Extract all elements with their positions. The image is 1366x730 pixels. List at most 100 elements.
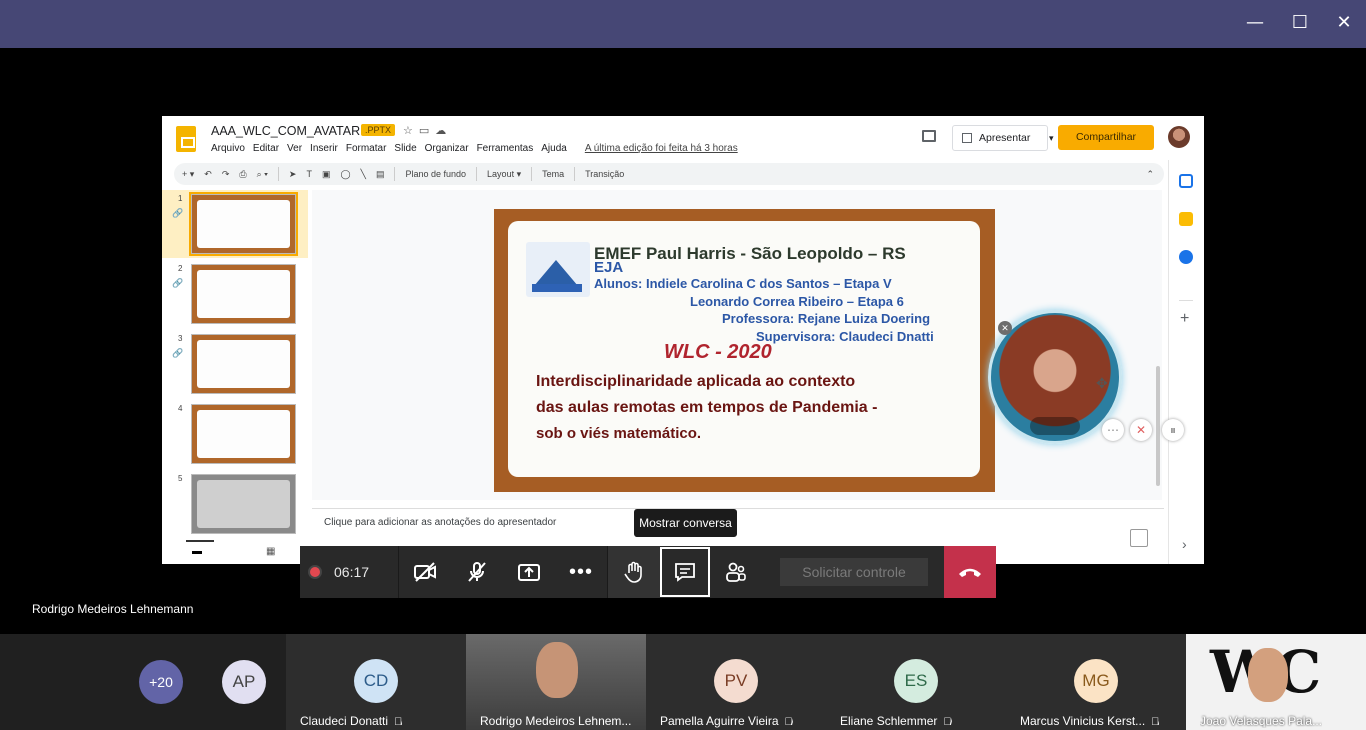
- link-icon: 🔗: [172, 348, 184, 358]
- slide-thumbnail-4[interactable]: [191, 404, 296, 464]
- share-button[interactable]: Compartilhar: [1058, 125, 1154, 150]
- maximize-button[interactable]: ☐: [1285, 8, 1315, 38]
- explore-icon[interactable]: [1130, 529, 1148, 547]
- window-titlebar: — ☐ ✕: [0, 0, 1366, 48]
- participant-tile[interactable]: MG Marcus Vinicius Kerst... 🎙̸: [1006, 634, 1186, 730]
- share-tray-button[interactable]: [503, 546, 555, 598]
- overflow-participants[interactable]: +20: [139, 660, 183, 704]
- background-button[interactable]: Plano de fundo: [405, 169, 466, 179]
- collapse-toolbar-icon[interactable]: ⌃: [1146, 169, 1154, 180]
- chat-icon: [675, 563, 695, 582]
- participant-tile[interactable]: CD Claudeci Donatti 🎙̸: [286, 634, 466, 730]
- line-icon[interactable]: ╲: [361, 169, 366, 180]
- star-folder-cloud-icons[interactable]: ☆▭☁: [403, 124, 452, 137]
- mic-muted-icon: 🎙̸: [1151, 716, 1160, 728]
- undo-icon[interactable]: ↶: [204, 169, 212, 180]
- layout-button[interactable]: Layout ▾: [487, 169, 521, 180]
- move-icon[interactable]: ✥: [1096, 376, 1108, 392]
- slide-supervisor: Supervisora: Claudeci Dnatti: [756, 329, 934, 344]
- participant-video-tile[interactable]: WC Joao Velasques Pala...: [1186, 634, 1366, 730]
- notes-placeholder[interactable]: Clique para adicionar as anotações do ap…: [324, 517, 556, 528]
- transition-button[interactable]: Transição: [585, 169, 624, 179]
- textbox-icon[interactable]: T: [306, 169, 312, 179]
- keep-icon[interactable]: [1179, 212, 1193, 226]
- close-bubble-icon[interactable]: ✕: [998, 321, 1012, 335]
- slide-eja: EJA: [594, 259, 624, 276]
- last-edit-link[interactable]: A última edição foi feita há 3 horas: [585, 143, 738, 154]
- close-button[interactable]: ✕: [1329, 8, 1359, 38]
- slide-body-line-1: Interdisciplinaridade aplicada ao contex…: [536, 373, 856, 390]
- bubble-camera-toggle[interactable]: [1030, 417, 1080, 435]
- more-actions-button[interactable]: •••: [555, 546, 607, 598]
- request-control-button[interactable]: Solicitar controle: [780, 558, 928, 586]
- print-icon[interactable]: ⎙: [239, 169, 246, 180]
- mic-muted-icon: 🎙̸: [943, 716, 952, 728]
- rail-divider: [1179, 300, 1193, 301]
- participant-video-tile[interactable]: Rodrigo Medeiros Lehnem...: [466, 634, 646, 730]
- hang-up-icon: [959, 568, 981, 577]
- ellipsis-icon: •••: [568, 560, 593, 583]
- hang-up-button[interactable]: [944, 546, 996, 598]
- menu-editar[interactable]: Editar: [253, 143, 279, 154]
- vertical-scrollbar[interactable]: [1156, 366, 1160, 486]
- tasks-icon[interactable]: [1179, 250, 1193, 264]
- pause-icon[interactable]: ⏸: [1162, 419, 1184, 441]
- participant-name: Pamella Aguirre Vieira 🎙̸: [660, 714, 793, 728]
- raise-hand-button[interactable]: [608, 546, 660, 598]
- slides-logo-icon: [176, 126, 196, 152]
- calendar-icon[interactable]: [1179, 174, 1193, 188]
- account-avatar[interactable]: [1168, 126, 1190, 148]
- slide-number: 3: [178, 334, 183, 343]
- slide-thumbnail-2[interactable]: [191, 264, 296, 324]
- slide-number: 4: [178, 404, 183, 413]
- menu-formatar[interactable]: Formatar: [346, 143, 387, 154]
- zoom-icon[interactable]: ⌕ ▾: [257, 169, 268, 180]
- new-slide-icon[interactable]: + ▾: [182, 169, 194, 180]
- participant-name: Claudeci Donatti 🎙̸: [300, 714, 403, 728]
- school-logo: [526, 242, 590, 297]
- participants-icon: [726, 562, 746, 582]
- pptx-badge: .PPTX: [361, 124, 396, 136]
- slide-thumbnail-5[interactable]: [191, 474, 296, 534]
- menu-slide[interactable]: Slide: [394, 143, 416, 154]
- link-icon: 🔗: [172, 208, 184, 218]
- menu-ferramentas[interactable]: Ferramentas: [477, 143, 534, 154]
- show-participants-button[interactable]: [710, 546, 762, 598]
- present-button[interactable]: Apresentar: [952, 125, 1048, 151]
- slide-students-2: Leonardo Correa Ribeiro – Etapa 6: [690, 294, 904, 309]
- comments-icon[interactable]: [922, 130, 936, 142]
- slide-thumbnail-1[interactable]: [189, 192, 298, 256]
- shape-icon[interactable]: ◯: [340, 169, 350, 180]
- menu-ajuda[interactable]: Ajuda: [541, 143, 567, 154]
- menu-organizar[interactable]: Organizar: [425, 143, 469, 154]
- document-title[interactable]: AAA_WLC_COM_AVATAR: [211, 124, 360, 138]
- mute-button[interactable]: [451, 546, 503, 598]
- slide-title: EMEF Paul Harris - São Leopoldo – RS: [594, 244, 906, 263]
- redo-icon[interactable]: ↷: [222, 169, 230, 180]
- grid-view-icon[interactable]: ▦: [266, 546, 275, 557]
- camera-off-button[interactable]: [399, 546, 451, 598]
- toolbar-divider: [531, 167, 533, 181]
- menu-inserir[interactable]: Inserir: [310, 143, 338, 154]
- participant-avatar: ES: [894, 659, 938, 703]
- filmstrip-view-icon[interactable]: ▬: [192, 546, 202, 557]
- menu-arquivo[interactable]: Arquivo: [211, 143, 245, 154]
- comment-add-icon[interactable]: ▤: [376, 169, 385, 180]
- add-addon-icon[interactable]: +: [1180, 310, 1189, 328]
- menu-ver[interactable]: Ver: [287, 143, 302, 154]
- more-options-icon[interactable]: ⋯: [1102, 419, 1124, 441]
- slide-teacher: Professora: Rejane Luiza Doering: [722, 311, 931, 326]
- expand-panel-icon[interactable]: ›: [1182, 536, 1187, 552]
- stop-recording-icon[interactable]: ✕: [1130, 419, 1152, 441]
- theme-button[interactable]: Tema: [542, 169, 564, 179]
- select-icon[interactable]: ➤: [289, 169, 297, 180]
- show-chat-tooltip: Mostrar conversa: [634, 509, 737, 537]
- participant-tile[interactable]: PV Pamella Aguirre Vieira 🎙̸: [646, 634, 826, 730]
- participant-avatar-ap[interactable]: AP: [222, 660, 266, 704]
- participant-tile[interactable]: ES Eliane Schlemmer 🎙̸: [826, 634, 1006, 730]
- minimize-button[interactable]: —: [1240, 8, 1270, 38]
- show-chat-button[interactable]: [660, 547, 710, 597]
- slide-thumbnail-3[interactable]: [191, 334, 296, 394]
- image-icon[interactable]: ▣: [322, 169, 331, 180]
- participants-strip: +20 AP CD Claudeci Donatti 🎙̸ Rodrigo Med…: [0, 634, 1366, 730]
